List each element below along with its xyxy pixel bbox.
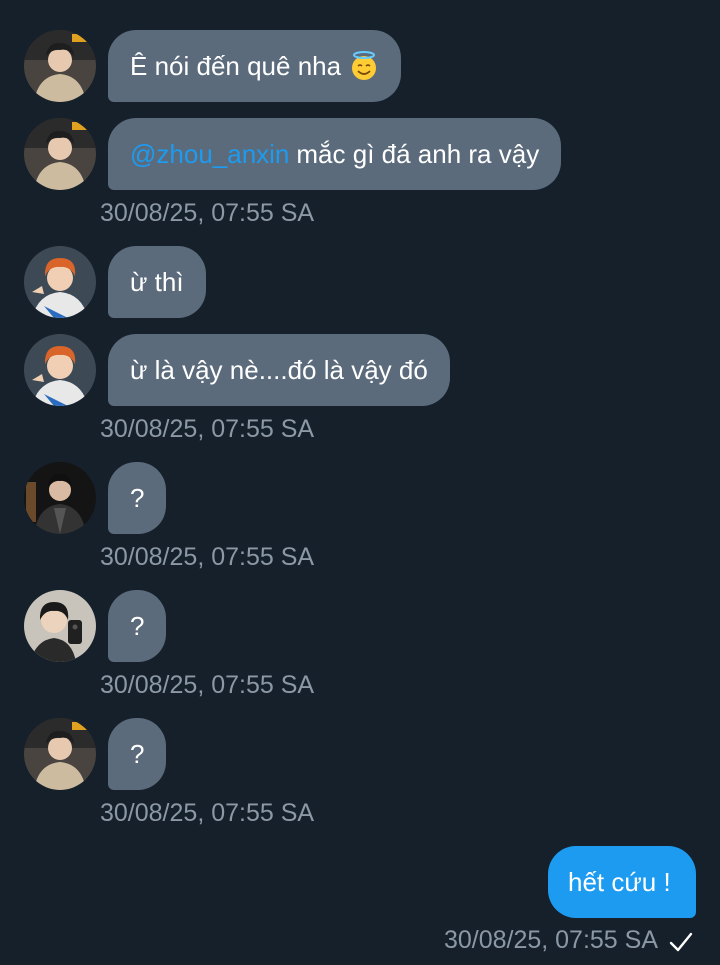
message-timestamp: 30/08/25, 07:55 SA xyxy=(100,199,315,227)
sender-avatar[interactable] xyxy=(24,118,96,190)
sender-avatar[interactable] xyxy=(24,462,96,534)
sender-avatar[interactable] xyxy=(24,718,96,790)
message-bubble[interactable]: ừ là vậy nè....đó là vậy đó xyxy=(108,334,450,406)
sender-avatar[interactable] xyxy=(24,590,96,662)
outgoing-timestamp: 30/08/25, 07:55 SA xyxy=(443,926,658,954)
message-text: ? xyxy=(130,738,145,769)
outgoing-message-bubble[interactable]: hết cứu ! xyxy=(548,846,696,918)
message-timestamp: 30/08/25, 07:55 SA xyxy=(100,543,315,571)
message-bubble[interactable]: ? xyxy=(108,462,167,534)
message-text: ? xyxy=(130,610,145,641)
message-timestamp: 30/08/25, 07:55 SA xyxy=(100,799,315,827)
message-timestamp: 30/08/25, 07:55 SA xyxy=(100,671,315,699)
message-bubble[interactable]: ? xyxy=(108,718,167,790)
message-timestamp: 30/08/25, 07:55 SA xyxy=(100,415,315,443)
message-bubble[interactable]: @zhou_anxin mắc gì đá anh ra vậy xyxy=(108,118,562,190)
conversation-view[interactable]: Ê nói đến quê nha @zhou_anxin mắc gì đá … xyxy=(0,0,720,965)
message-bubble[interactable]: ừ thì xyxy=(108,246,206,318)
user-mention-link[interactable]: @zhou_anxin xyxy=(130,139,289,170)
sender-avatar[interactable] xyxy=(24,246,96,318)
message-text: ừ là vậy nè....đó là vậy đó xyxy=(130,354,428,385)
sender-avatar[interactable] xyxy=(24,30,96,102)
message-bubble[interactable]: Ê nói đến quê nha xyxy=(108,30,402,102)
smiling-face-with-halo-icon xyxy=(352,51,377,80)
message-text: mắc gì đá anh ra vậy xyxy=(296,138,540,169)
message-bubble[interactable]: ? xyxy=(108,590,167,662)
message-text: ừ thì xyxy=(130,266,184,297)
sender-avatar[interactable] xyxy=(24,334,96,406)
message-text: Ê nói đến quê nha xyxy=(130,50,342,81)
sent-check-icon xyxy=(669,932,693,952)
message-text: ? xyxy=(130,482,145,513)
message-text: hết cứu ! xyxy=(568,866,671,897)
